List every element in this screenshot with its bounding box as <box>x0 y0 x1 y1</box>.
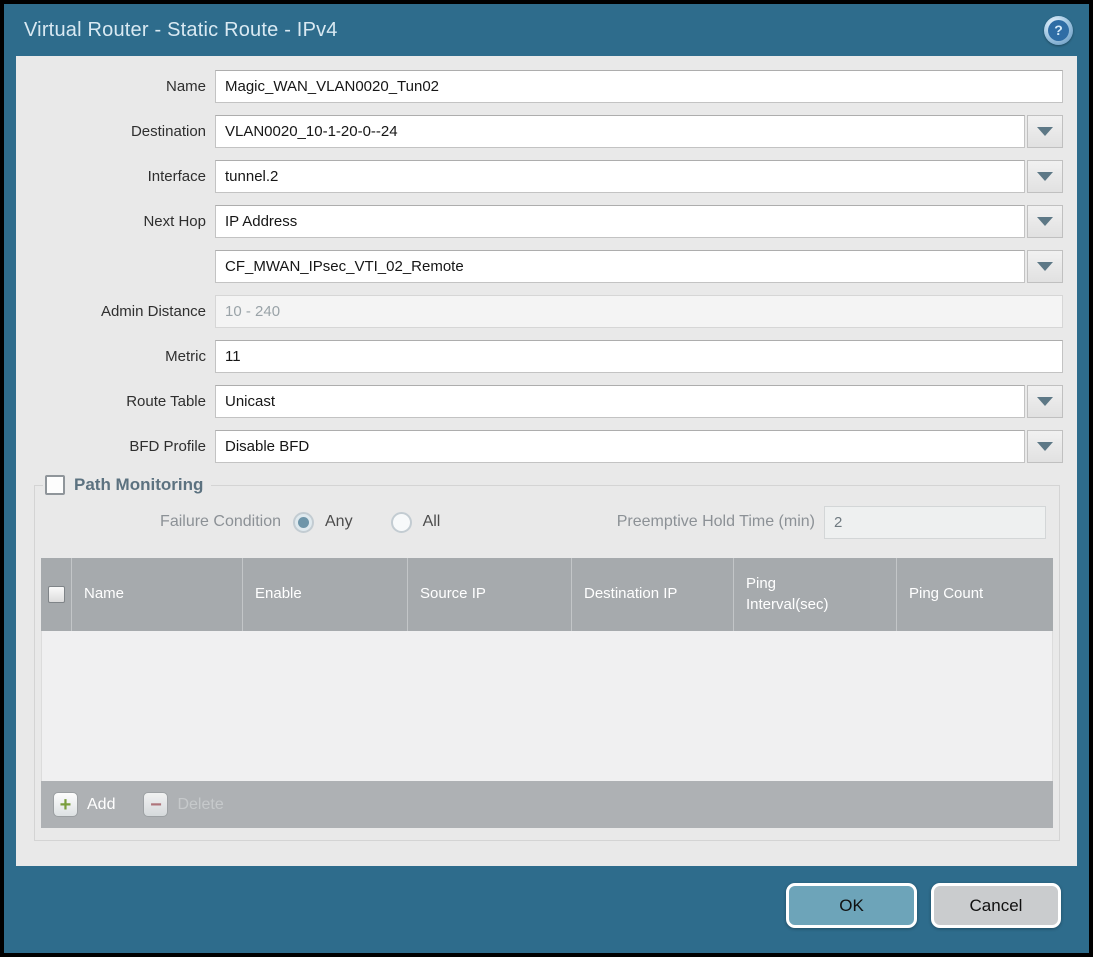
bfd-profile-row: BFD Profile <box>16 430 1063 463</box>
column-header-ping-interval: Ping Interval(sec) <box>733 558 896 631</box>
dialog-footer: OK Cancel <box>4 866 1089 953</box>
chevron-down-icon <box>1037 127 1053 136</box>
interface-input[interactable] <box>215 160 1025 193</box>
add-button-label: Add <box>87 796 115 814</box>
dialog-title: Virtual Router - Static Route - IPv4 <box>24 19 338 42</box>
radio-any[interactable] <box>293 512 314 533</box>
name-row: Name <box>16 70 1063 103</box>
admin-distance-input[interactable] <box>215 295 1063 328</box>
interface-row: Interface <box>16 160 1063 193</box>
admin-distance-row: Admin Distance <box>16 295 1063 328</box>
failure-condition-row: Failure Condition Any All Preemptive Hol… <box>41 505 1053 539</box>
next-hop-row: Next Hop <box>16 205 1063 238</box>
preemptive-hold-time-group: Preemptive Hold Time (min) <box>617 506 1046 539</box>
radio-all-label: All <box>423 513 441 531</box>
route-table-row: Route Table <box>16 385 1063 418</box>
metric-label: Metric <box>16 348 215 365</box>
failure-condition-option-all: All <box>391 512 441 533</box>
chevron-down-icon <box>1037 442 1053 451</box>
ok-button[interactable]: OK <box>786 883 917 928</box>
chevron-down-icon <box>1037 172 1053 181</box>
radio-all[interactable] <box>391 512 412 533</box>
delete-minus-icon: − <box>143 792 168 817</box>
interface-dropdown-button[interactable] <box>1027 160 1063 193</box>
bfd-profile-input[interactable] <box>215 430 1025 463</box>
route-table-dropdown-button[interactable] <box>1027 385 1063 418</box>
route-table-label: Route Table <box>16 393 215 410</box>
table-body-empty <box>41 631 1053 781</box>
bfd-profile-dropdown-button[interactable] <box>1027 430 1063 463</box>
next-hop-type-dropdown-button[interactable] <box>1027 205 1063 238</box>
column-header-destination-ip: Destination IP <box>571 558 733 631</box>
dialog-content: Name Destination Interface <box>16 56 1077 866</box>
next-hop-address-row <box>16 250 1063 283</box>
bfd-profile-label: BFD Profile <box>16 438 215 455</box>
name-label: Name <box>16 78 215 95</box>
minus-glyph: − <box>150 795 162 815</box>
delete-button: − Delete <box>143 792 223 817</box>
next-hop-label: Next Hop <box>16 213 215 230</box>
path-monitoring-section: Path Monitoring Failure Condition Any Al… <box>34 475 1060 841</box>
next-hop-address-input[interactable] <box>215 250 1025 283</box>
plus-glyph: + <box>60 795 72 815</box>
column-header-enable: Enable <box>242 558 407 631</box>
next-hop-type-input[interactable] <box>215 205 1025 238</box>
dialog-titlebar: Virtual Router - Static Route - IPv4 ? <box>4 4 1089 56</box>
admin-distance-label: Admin Distance <box>16 303 215 320</box>
destination-label: Destination <box>16 123 215 140</box>
path-monitoring-table: Name Enable Source IP Destination IP Pin… <box>41 558 1053 828</box>
column-header-source-ip: Source IP <box>407 558 571 631</box>
radio-any-label: Any <box>325 513 353 531</box>
add-plus-icon: + <box>53 792 78 817</box>
help-question-glyph: ? <box>1048 20 1069 41</box>
destination-row: Destination <box>16 115 1063 148</box>
metric-row: Metric <box>16 340 1063 373</box>
chevron-down-icon <box>1037 217 1053 226</box>
next-hop-address-dropdown-button[interactable] <box>1027 250 1063 283</box>
add-button[interactable]: + Add <box>53 792 115 817</box>
path-monitoring-title: Path Monitoring <box>74 475 203 495</box>
preemptive-hold-time-input <box>824 506 1046 539</box>
interface-label: Interface <box>16 168 215 185</box>
table-toolbar: + Add − Delete <box>41 781 1053 828</box>
path-monitoring-legend: Path Monitoring <box>43 475 211 495</box>
static-route-dialog: Virtual Router - Static Route - IPv4 ? N… <box>0 0 1093 957</box>
table-header: Name Enable Source IP Destination IP Pin… <box>41 558 1053 631</box>
failure-condition-label: Failure Condition <box>41 513 293 531</box>
chevron-down-icon <box>1037 397 1053 406</box>
column-header-name: Name <box>71 558 242 631</box>
cancel-button[interactable]: Cancel <box>931 883 1061 928</box>
chevron-down-icon <box>1037 262 1053 271</box>
route-table-input[interactable] <box>215 385 1025 418</box>
help-icon[interactable]: ? <box>1044 16 1073 45</box>
table-header-checkbox-cell <box>41 558 71 631</box>
destination-input[interactable] <box>215 115 1025 148</box>
failure-condition-option-any: Any <box>293 512 353 533</box>
select-all-checkbox[interactable] <box>48 586 65 603</box>
destination-dropdown-button[interactable] <box>1027 115 1063 148</box>
metric-input[interactable] <box>215 340 1063 373</box>
path-monitoring-checkbox[interactable] <box>45 475 65 495</box>
column-header-ping-count: Ping Count <box>896 558 1053 631</box>
preemptive-hold-time-label: Preemptive Hold Time (min) <box>617 513 824 531</box>
name-input[interactable] <box>215 70 1063 103</box>
delete-button-label: Delete <box>177 796 223 814</box>
